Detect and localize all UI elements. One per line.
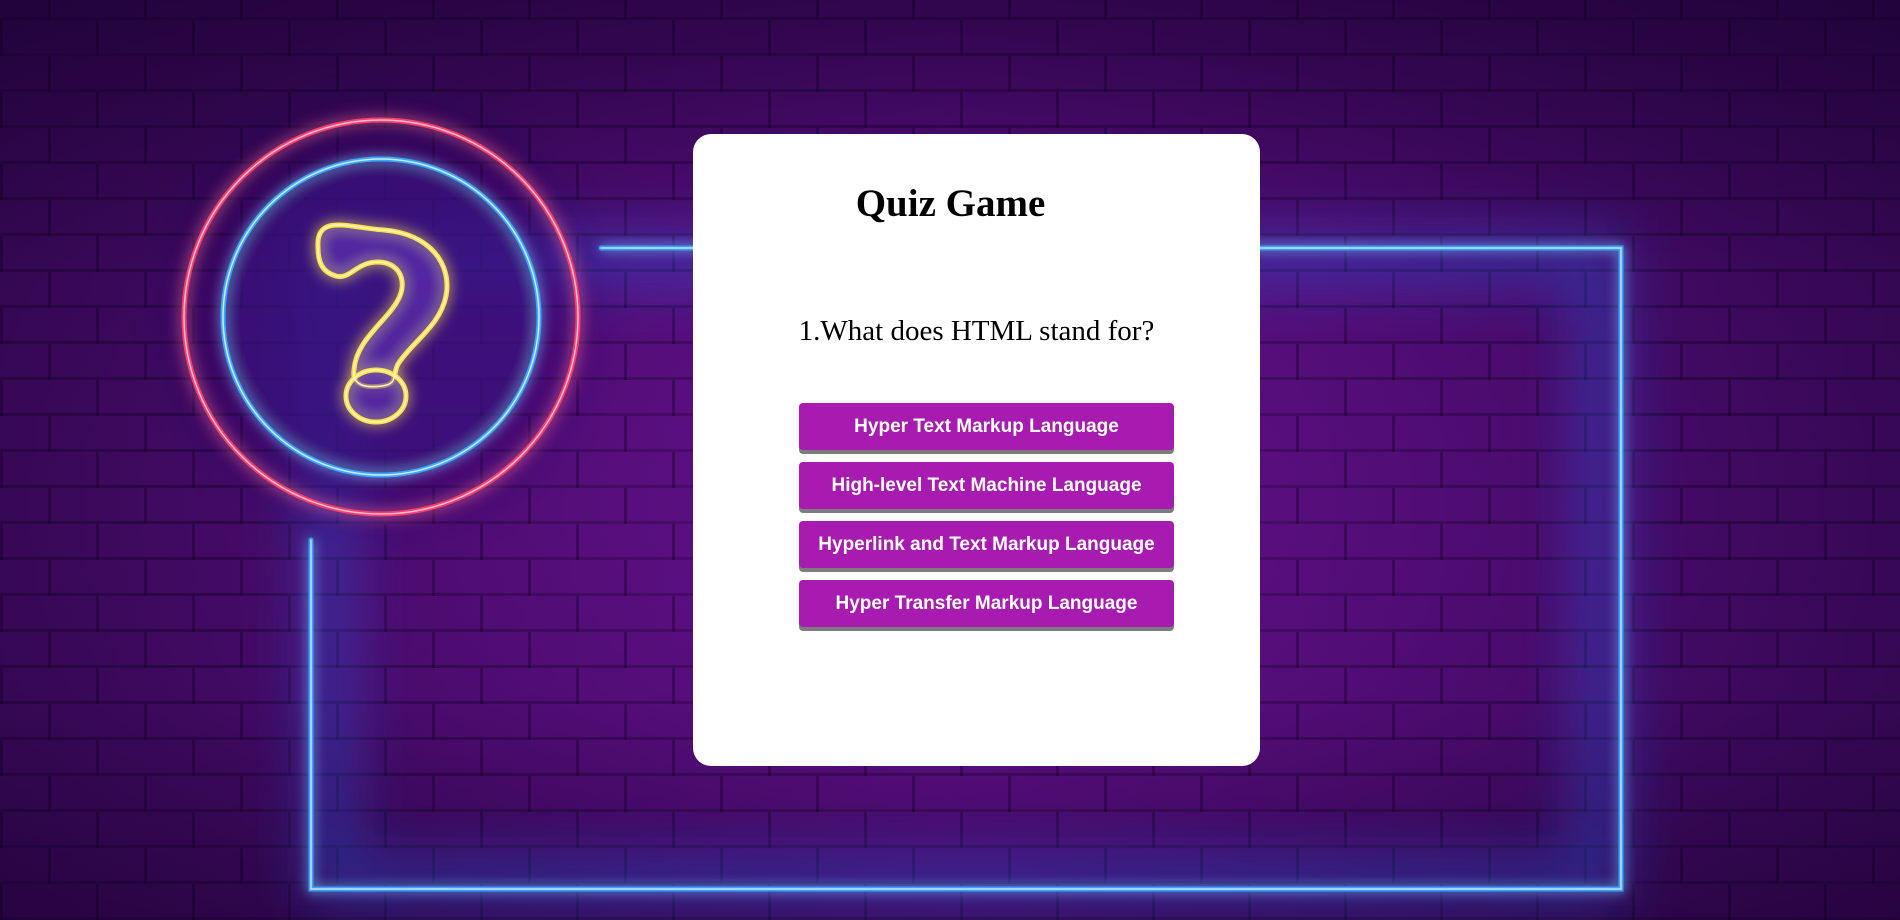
quiz-title: Quiz Game <box>855 182 1046 225</box>
answer-button-3[interactable]: Hyperlink and Text Markup Language <box>799 521 1174 568</box>
answer-button-4[interactable]: Hyper Transfer Markup Language <box>799 580 1174 627</box>
quiz-title-wrap: Quiz Game <box>693 178 1260 230</box>
inner-ring <box>220 156 542 478</box>
answer-button-1[interactable]: Hyper Text Markup Language <box>799 403 1174 450</box>
answer-list: Hyper Text Markup Language High-level Te… <box>799 403 1174 627</box>
question-text: 1.What does HTML stand for? <box>798 315 1155 347</box>
answer-button-2[interactable]: High-level Text Machine Language <box>799 462 1174 509</box>
